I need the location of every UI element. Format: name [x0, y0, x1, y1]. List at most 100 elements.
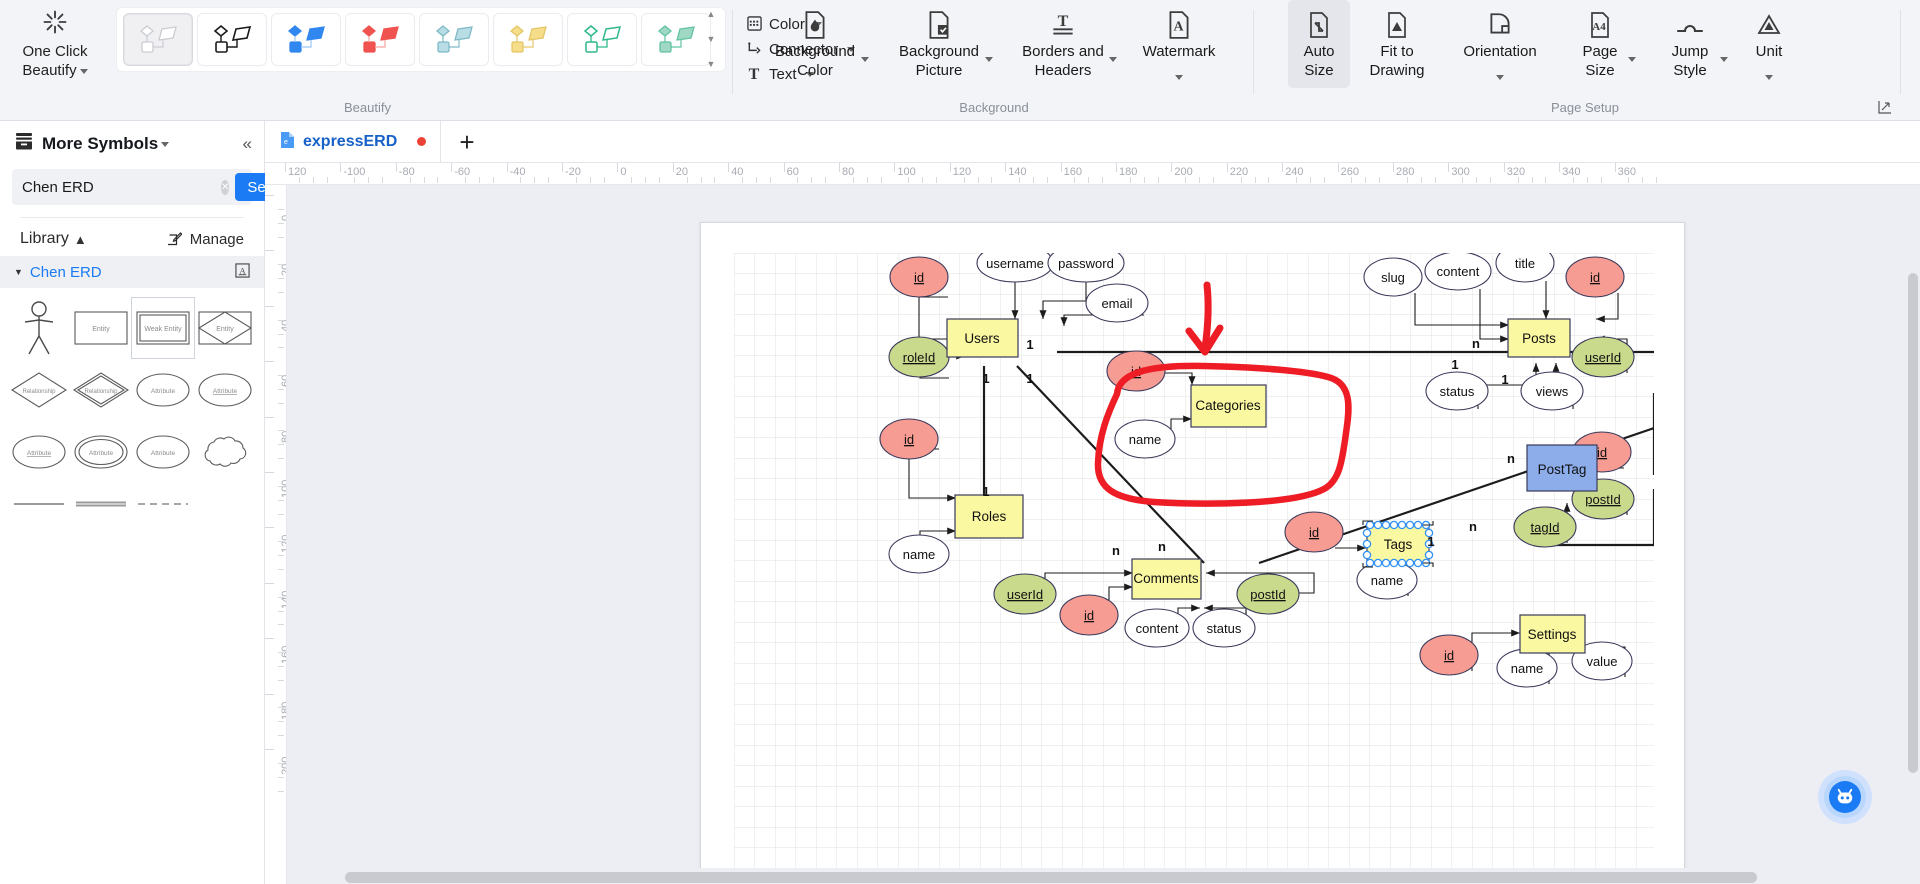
attribute-posts-content[interactable]: content — [1424, 253, 1492, 291]
sidebar-category-chen-erd[interactable]: ▼ Chen ERD A — [0, 256, 264, 288]
entity-posts[interactable]: Posts — [1507, 318, 1571, 358]
entity-settings[interactable]: Settings — [1519, 614, 1586, 654]
shape-weak-relationship[interactable]: Relationship — [70, 360, 132, 420]
entity-comments[interactable]: Comments — [1131, 558, 1202, 600]
chevron-down-icon[interactable] — [1109, 57, 1117, 62]
background-color-button[interactable]: Background Color — [753, 0, 877, 88]
attribute-posts-userId[interactable]: userId — [1571, 336, 1635, 378]
auto-size-button[interactable]: Auto Size — [1288, 0, 1350, 88]
attribute-users-roleId[interactable]: roleId — [888, 336, 950, 378]
borders-and-headers-button[interactable]: T Borders and Headers — [1001, 0, 1125, 88]
attribute-posts-id[interactable]: id — [1565, 256, 1625, 298]
chevron-down-icon[interactable] — [985, 57, 993, 62]
attribute-roles-name[interactable]: name — [888, 534, 950, 574]
jump-style-button[interactable]: Jump Style — [1644, 0, 1736, 88]
chevron-down-icon[interactable] — [1175, 75, 1183, 80]
background-picture-button[interactable]: Background Picture — [877, 0, 1001, 88]
chevron-down-icon[interactable] — [79, 68, 88, 74]
shape-entity[interactable]: Entity — [70, 298, 132, 358]
shape-dashed-line-connector[interactable] — [132, 484, 194, 524]
attribute-comments-status[interactable]: status — [1192, 608, 1256, 648]
ai-assistant-button[interactable] — [1818, 770, 1872, 824]
shape-entity-diamond[interactable]: Entity — [194, 298, 256, 358]
attribute-posts-views[interactable]: views — [1520, 371, 1584, 411]
new-tab-button[interactable]: + — [441, 121, 493, 163]
entity-posttag[interactable]: PostTag — [1526, 444, 1598, 492]
shape-thick-line-connector[interactable] — [70, 484, 132, 524]
attribute-users-email[interactable]: email — [1085, 283, 1149, 323]
shape-multivalued-attribute[interactable]: Attribute — [70, 422, 132, 482]
search-input[interactable] — [22, 178, 221, 196]
category-options-icon[interactable]: A — [235, 263, 250, 281]
gallery-scroll-up-icon[interactable]: ▲ — [707, 10, 716, 19]
watermark-button[interactable]: A Watermark — [1125, 0, 1233, 88]
beautify-theme-3[interactable] — [345, 13, 415, 66]
entity-roles[interactable]: Roles — [954, 494, 1024, 539]
chevron-down-icon[interactable] — [1765, 75, 1773, 80]
shape-key-attribute[interactable]: Attribute — [194, 360, 256, 420]
gallery-scroll-down-icon[interactable]: ▼ — [707, 35, 716, 44]
page-setup-dialog-launcher-icon[interactable] — [1878, 100, 1892, 117]
attribute-posts-status[interactable]: status — [1425, 371, 1489, 411]
shape-derived-attribute[interactable]: Attribute — [8, 422, 70, 482]
entity-users[interactable]: Users — [946, 318, 1019, 358]
beautify-theme-4[interactable] — [419, 13, 489, 66]
attribute-tags-id[interactable]: id — [1284, 511, 1344, 553]
unit-button[interactable]: Unit — [1736, 0, 1802, 88]
attribute-roles-id[interactable]: id — [879, 418, 939, 460]
document-tab-expressERD[interactable]: e expressERD — [265, 120, 441, 163]
gallery-expand-icon[interactable]: ▼ — [707, 60, 716, 69]
entity-categories[interactable]: Categories — [1190, 384, 1267, 428]
vertical-scroll-thumb[interactable] — [1908, 273, 1918, 773]
shape-relationship[interactable]: Relationship — [8, 360, 70, 420]
drawing-page[interactable]: id username password email roleId id nam… — [700, 222, 1685, 884]
symbol-search-bar[interactable]: ✕ Search — [12, 169, 307, 205]
attribute-categories-name[interactable]: name — [1114, 419, 1176, 459]
h-ruler-minor-tick — [852, 177, 854, 183]
beautify-theme-1[interactable] — [197, 13, 267, 66]
collapse-sidebar-button[interactable]: « — [243, 134, 252, 154]
attribute-users-id[interactable]: id — [889, 256, 949, 298]
attribute-comments-id[interactable]: id — [1059, 594, 1119, 636]
attribute-posttag-tagId[interactable]: tagId — [1513, 506, 1577, 548]
shape-attribute[interactable]: Attribute — [132, 360, 194, 420]
chevron-down-icon[interactable] — [1496, 75, 1504, 80]
attribute-settings-name[interactable]: name — [1496, 648, 1558, 688]
beautify-theme-2[interactable] — [271, 13, 341, 66]
beautify-theme-6[interactable] — [567, 13, 637, 66]
chevron-down-icon[interactable] — [161, 141, 170, 147]
canvas-scroll-region[interactable]: id username password email roleId id nam… — [287, 185, 1920, 884]
vertical-scrollbar[interactable] — [1906, 185, 1920, 868]
attribute-comments-content[interactable]: content — [1124, 608, 1190, 648]
entity-tags[interactable]: Tags — [1362, 520, 1434, 568]
attribute-comments-postId[interactable]: postId — [1236, 573, 1300, 615]
h-ruler-label: 0 — [620, 166, 627, 178]
beautify-theme-0[interactable] — [123, 13, 193, 66]
orientation-button[interactable]: Orientation — [1444, 0, 1556, 88]
beautify-theme-gallery[interactable] — [116, 7, 726, 72]
attribute-comments-userId[interactable]: userId — [993, 573, 1057, 615]
fit-to-drawing-button[interactable]: Fit to Drawing — [1350, 0, 1444, 88]
shape-line-connector[interactable] — [8, 484, 70, 524]
page-size-button[interactable]: A4 Page Size — [1556, 0, 1644, 88]
attribute-posts-slug[interactable]: slug — [1363, 257, 1423, 297]
chevron-down-icon[interactable] — [1628, 57, 1636, 62]
horizontal-scrollbar[interactable] — [287, 868, 1920, 884]
horizontal-scroll-thumb[interactable] — [345, 872, 1757, 883]
shape-optional-attribute[interactable]: Attribute — [132, 422, 194, 482]
shape-cloud[interactable] — [194, 422, 256, 482]
attribute-settings-id[interactable]: id — [1419, 634, 1479, 676]
clear-search-icon[interactable]: ✕ — [221, 179, 230, 195]
cardinality-n: n — [1112, 543, 1120, 558]
erd-diagram[interactable]: id username password email roleId id nam… — [734, 253, 1654, 884]
beautify-theme-5[interactable] — [493, 13, 563, 66]
shape-weak-entity[interactable]: Weak Entity — [131, 297, 195, 359]
triangle-down-icon[interactable]: ▼ — [14, 267, 23, 277]
chevron-up-icon[interactable]: ▲ — [74, 232, 87, 247]
chevron-down-icon[interactable] — [1720, 57, 1728, 62]
shape-actor[interactable] — [8, 298, 70, 358]
one-click-beautify-button[interactable]: One Click Beautify — [0, 0, 110, 80]
manage-library-button[interactable]: Manage — [166, 231, 244, 248]
chevron-down-icon[interactable] — [861, 57, 869, 62]
gallery-scroll-controls[interactable]: ▲ ▼ ▼ — [700, 8, 722, 70]
